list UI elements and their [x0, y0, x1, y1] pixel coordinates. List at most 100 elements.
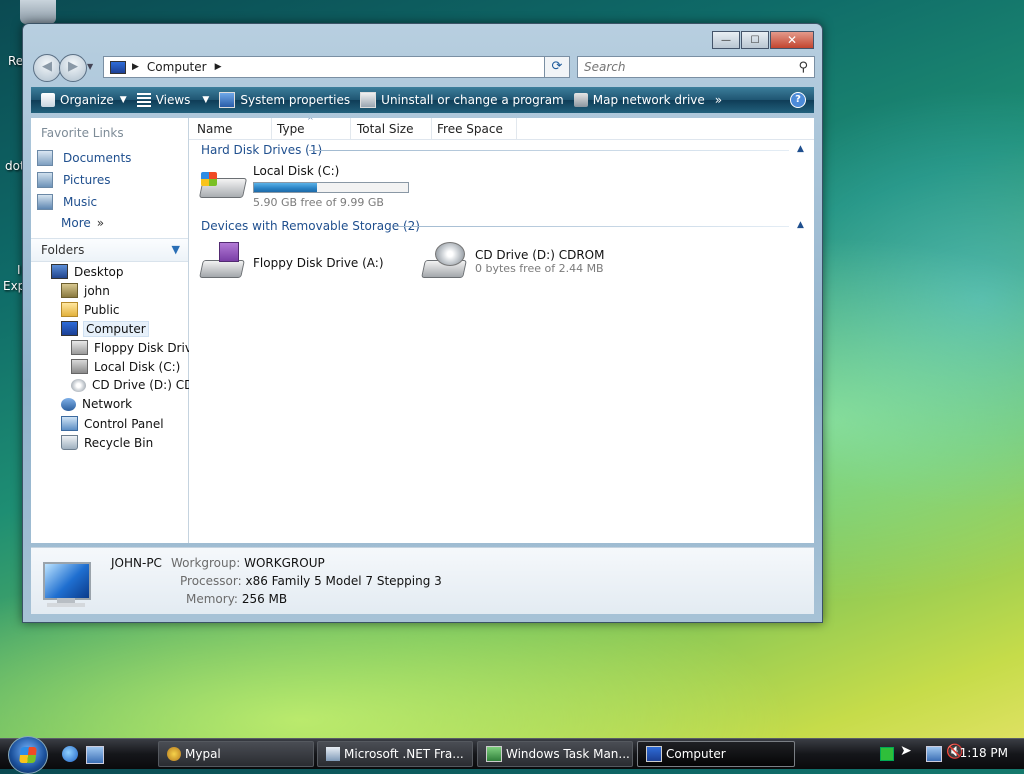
tree-item-control-panel[interactable]: Control Panel — [61, 416, 164, 431]
desktop-label-re: Re — [8, 54, 24, 68]
tree-item-label: Public — [84, 302, 120, 317]
system-properties-icon — [219, 92, 236, 108]
collapse-icon[interactable]: ▲ — [797, 144, 804, 154]
favorite-link-documents[interactable]: Documents — [37, 150, 131, 166]
tree-item-local-disk[interactable]: Local Disk (C:) — [71, 359, 180, 374]
drive-floppy-a[interactable]: Floppy Disk Drive (A:) — [197, 242, 384, 282]
column-free-space[interactable]: Free Space — [437, 122, 503, 136]
show-desktop-icon[interactable] — [86, 746, 104, 764]
column-type[interactable]: Type — [277, 122, 305, 136]
taskbar: Mypal Microsoft .NET Fra... Windows Task… — [0, 736, 1024, 774]
close-button[interactable]: ✕ — [770, 31, 814, 49]
tree-item-floppy[interactable]: Floppy Disk Drive — [71, 340, 199, 355]
disk-usage-bar — [253, 182, 409, 193]
mouse-pointer-icon: ➤ — [900, 743, 912, 759]
taskbar-button-computer[interactable]: Computer — [637, 741, 795, 767]
processor-label: Processor: — [180, 574, 242, 588]
toolbar-overflow-button[interactable]: » — [715, 93, 722, 107]
taskbar-button-task-manager[interactable]: Windows Task Man... — [477, 741, 633, 767]
computer-icon — [110, 60, 126, 74]
favorite-link-label: Pictures — [63, 173, 111, 187]
uninstall-program-button[interactable]: Uninstall or change a program — [360, 92, 564, 108]
forward-arrow-icon: ▶ — [68, 59, 78, 74]
drive-cd-d[interactable]: CD Drive (D:) CDROM 0 bytes free of 2.44… — [419, 242, 604, 282]
tree-item-cd-drive[interactable]: CD Drive (D:) CDR — [71, 378, 202, 392]
favorite-links-title: Favorite Links — [41, 126, 124, 140]
tree-item-label: Desktop — [74, 264, 124, 279]
details-name-row: JOHN-PC — [111, 556, 162, 570]
status-indicator-icon[interactable] — [880, 747, 894, 761]
back-button[interactable]: ◀ — [33, 54, 61, 82]
group-header-removable[interactable]: Devices with Removable Storage (2) — [201, 219, 420, 233]
tree-item-john[interactable]: john — [61, 283, 110, 298]
tree-item-desktop[interactable]: Desktop — [51, 264, 124, 279]
collapse-icon[interactable]: ▲ — [797, 220, 804, 230]
workgroup-label: Workgroup: — [171, 556, 241, 570]
tree-item-network[interactable]: Network — [61, 397, 132, 411]
tree-item-label: Local Disk (C:) — [94, 359, 181, 374]
computer-name: JOHN-PC — [111, 556, 162, 570]
favorite-link-music[interactable]: Music — [37, 194, 97, 210]
desktop-icon — [51, 264, 68, 279]
forward-button[interactable]: ▶ — [59, 54, 87, 82]
minimize-button[interactable]: — — [712, 31, 740, 49]
breadcrumb-arrow-icon[interactable]: ▶ — [215, 62, 222, 72]
organize-button[interactable]: Organize ▼ — [41, 93, 127, 107]
tree-item-label: Floppy Disk Drive — [94, 340, 200, 355]
column-name[interactable]: Name — [197, 122, 232, 136]
search-icon[interactable]: ⚲ — [798, 60, 808, 75]
tree-item-computer[interactable]: Computer — [61, 320, 149, 337]
column-divider[interactable] — [271, 118, 272, 139]
address-bar[interactable]: ▶ Computer ▶ ▼ — [103, 56, 567, 78]
tree-item-recycle-bin[interactable]: Recycle Bin — [61, 435, 153, 450]
system-properties-button[interactable]: System properties — [219, 92, 350, 108]
taskbar-button-mypal[interactable]: Mypal — [158, 741, 314, 767]
drive-local-disk-c[interactable]: Local Disk (C:) 5.90 GB free of 9.99 GB — [197, 164, 409, 209]
column-total-size[interactable]: Total Size — [357, 122, 413, 136]
mypal-icon — [167, 747, 181, 761]
help-icon[interactable]: ? — [790, 92, 806, 108]
breadcrumb-arrow-icon[interactable]: ▶ — [132, 62, 139, 72]
map-network-drive-button[interactable]: Map network drive — [573, 93, 705, 107]
group-divider — [309, 150, 789, 151]
column-divider[interactable] — [516, 118, 517, 139]
floppy-drive-icon — [71, 340, 88, 355]
maximize-button[interactable]: ☐ — [741, 31, 769, 49]
folders-header[interactable]: Folders ▼ — [31, 238, 188, 262]
processor-value: x86 Family 5 Model 7 Stepping 3 — [245, 574, 442, 588]
refresh-button[interactable]: ⟳ — [544, 56, 570, 78]
details-memory-row: Memory: 256 MB — [186, 592, 287, 606]
search-input[interactable] — [582, 59, 786, 75]
tree-item-label: CD Drive (D:) CDR — [92, 378, 202, 392]
taskbar-button-dotnet[interactable]: Microsoft .NET Fra... — [317, 741, 473, 767]
group-header-hard-disks[interactable]: Hard Disk Drives (1) — [201, 143, 322, 157]
uninstall-label: Uninstall or change a program — [381, 93, 564, 107]
notification-area: ➤ 🔇 1:18 PM — [864, 739, 1024, 769]
system-properties-label: System properties — [240, 93, 351, 107]
recycle-bin-icon — [61, 435, 78, 450]
views-button[interactable]: Views ▼ — [136, 93, 209, 107]
cd-drive-icon — [71, 378, 86, 392]
tree-item-label: john — [84, 283, 110, 298]
start-button[interactable] — [8, 736, 48, 774]
recent-pages-dropdown[interactable]: ▼ — [87, 62, 93, 71]
column-divider[interactable] — [350, 118, 351, 139]
control-panel-icon — [61, 416, 78, 431]
views-icon — [136, 93, 151, 107]
details-pane: JOHN-PC Workgroup: WORKGROUP Processor: … — [31, 547, 814, 614]
internet-explorer-icon[interactable] — [62, 746, 78, 762]
tree-item-public[interactable]: Public — [61, 302, 120, 317]
cd-drive-icon — [419, 242, 467, 282]
user-folder-icon — [61, 283, 78, 298]
double-chevron-icon: » — [96, 216, 105, 230]
back-arrow-icon: ◀ — [42, 59, 52, 74]
column-divider[interactable] — [431, 118, 432, 139]
organize-icon — [41, 93, 55, 107]
network-status-icon[interactable] — [926, 746, 942, 762]
recycle-bin-desktop-icon[interactable] — [20, 0, 56, 24]
favorite-link-pictures[interactable]: Pictures — [37, 172, 111, 188]
search-box[interactable]: ⚲ — [577, 56, 815, 78]
address-location[interactable]: Computer — [147, 60, 207, 74]
clock[interactable]: 1:18 PM — [960, 746, 1008, 760]
favorite-links-more[interactable]: More » — [61, 216, 104, 230]
